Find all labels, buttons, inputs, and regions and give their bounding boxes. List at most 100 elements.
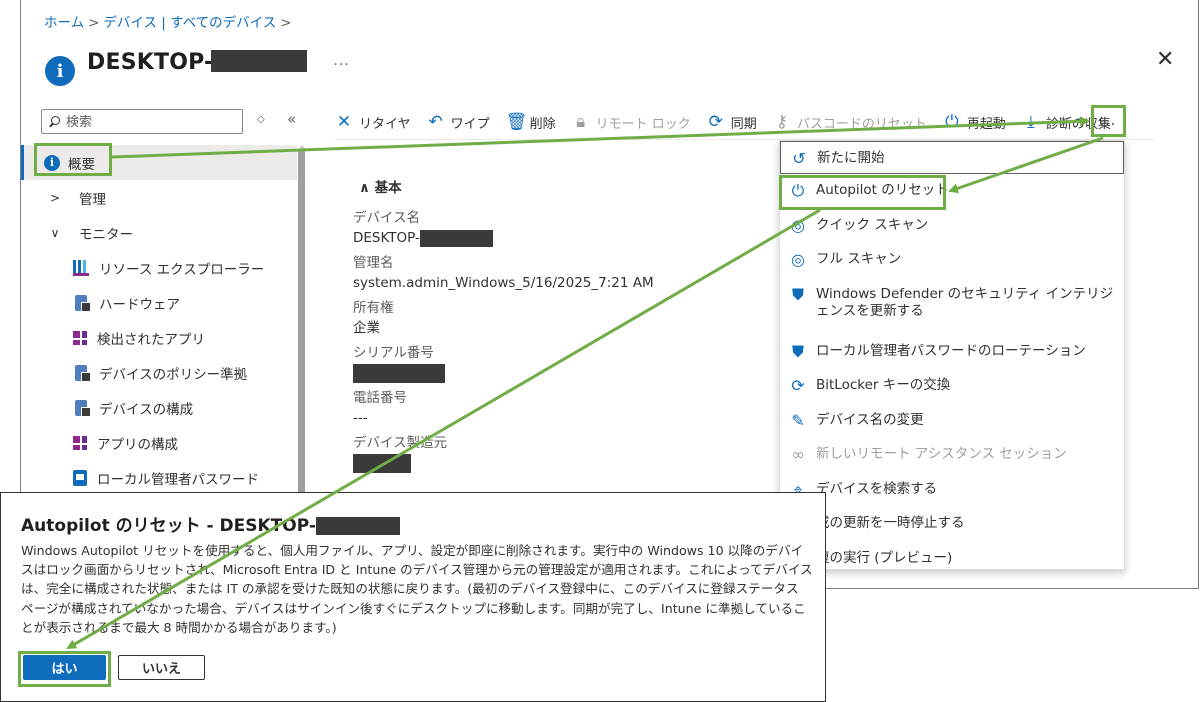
dialog-body: Windows Autopilot リセットを使用すると、個人用ファイル、アプリ… bbox=[21, 543, 813, 635]
autopilot-reset-dialog: Autopilot のリセット - DESKTOP- Windows Autop… bbox=[0, 492, 826, 702]
menu-item-rename-device[interactable]: ✎ デバイス名の変更 bbox=[780, 404, 1124, 439]
sidebar-item-label: ハードウェア bbox=[99, 296, 180, 313]
property-value bbox=[353, 363, 773, 383]
sync-label: 同期 bbox=[730, 116, 757, 132]
sidebar-item-label: デバイスのポリシー準拠 bbox=[99, 366, 248, 383]
sidebar-item-discovered-apps[interactable]: 検出されたアプリ bbox=[21, 320, 297, 355]
menu-item-label: Windows Defender のセキュリティ インテリジェンスを更新する bbox=[816, 285, 1114, 319]
menu-item-label: デバイスを検索する bbox=[816, 480, 938, 497]
sidebar-item-manage[interactable]: > 管理 bbox=[21, 180, 297, 215]
essentials-properties: デバイス名 DESKTOP- 管理名 system.admin_Windows_… bbox=[353, 209, 773, 479]
collapse-sidebar-icon[interactable]: « bbox=[287, 110, 296, 128]
yes-button[interactable]: はい bbox=[23, 655, 106, 680]
sidebar-item-label: リソース エクスプローラー bbox=[99, 261, 265, 278]
sidebar-item-monitor[interactable]: ∨ モニター bbox=[21, 215, 297, 250]
sidebar-item-label: アプリの構成 bbox=[97, 436, 178, 453]
more-actions-button[interactable]: ... bbox=[1092, 107, 1124, 134]
sidebar-item-resource-explorer[interactable]: リソース エクスプローラー bbox=[21, 250, 297, 285]
breadcrumb-devices[interactable]: デバイス | すべてのデバイス bbox=[103, 15, 276, 31]
chevron-right-icon: > bbox=[49, 190, 61, 205]
menu-item-label: Autopilot のリセット bbox=[816, 182, 949, 198]
close-icon: ✕ bbox=[336, 112, 352, 132]
menu-item-remote-assistance: ∞ 新しいリモート アシスタンス セッション bbox=[780, 438, 1124, 473]
title-row: i DESKTOP- ... bbox=[45, 44, 350, 86]
download-icon: ⤓ bbox=[1027, 112, 1035, 132]
breadcrumb-home[interactable]: ホーム bbox=[44, 15, 84, 31]
menu-item-label: BitLocker キーの交換 bbox=[816, 377, 951, 393]
sidebar-item-overview[interactable]: i 概要 bbox=[21, 145, 297, 180]
property-value: 企業 bbox=[353, 320, 380, 336]
redaction-bar bbox=[211, 50, 308, 72]
wipe-button[interactable]: ↶ ワイプ bbox=[427, 112, 490, 132]
redaction-bar bbox=[419, 229, 493, 247]
menu-item-update-defender[interactable]: ⛊ Windows Defender のセキュリティ インテリジェンスを更新する bbox=[780, 278, 1124, 335]
sidebar-item-device-compliance[interactable]: デバイスのポリシー準拠 bbox=[21, 355, 297, 390]
more-actions-menu: ↺ 新たに開始 ⏻ Autopilot のリセット ◎ クイック スキャン ◎ フル ス… bbox=[779, 140, 1125, 570]
reset-passcode-label: パスコードのリセット bbox=[796, 116, 927, 132]
property-label: 管理名 bbox=[353, 255, 394, 271]
redaction-bar bbox=[353, 363, 445, 383]
hardware-icon bbox=[75, 294, 91, 312]
link-icon: ∞ bbox=[791, 445, 805, 464]
device-name-value: DESKTOP- bbox=[353, 230, 420, 246]
no-button[interactable]: いいえ bbox=[118, 655, 205, 680]
restart-label: 再起動 bbox=[966, 116, 1006, 132]
remote-lock-button[interactable]: 🔒︎ リモート ロック bbox=[572, 112, 691, 132]
menu-item-pause-config-refresh[interactable]: 成の更新を一時停止する bbox=[780, 507, 1124, 542]
property-ownership: 所有権 企業 bbox=[353, 299, 773, 338]
wipe-label: ワイプ bbox=[450, 116, 490, 132]
chevron-up-icon: ∧ bbox=[359, 180, 370, 196]
essentials-toggle[interactable]: ∧ 基本 bbox=[359, 176, 402, 196]
property-label: 電話番号 bbox=[353, 390, 407, 406]
more-options-icon[interactable]: ... bbox=[333, 53, 349, 69]
property-value: --- bbox=[353, 410, 368, 426]
menu-item-rotate-local-admin-password[interactable]: ⛊ ローカル管理者パスワードのローテーション bbox=[780, 335, 1124, 370]
sort-icon[interactable]: ◇ bbox=[257, 114, 265, 125]
restart-button[interactable]: ⏻ 再起動 bbox=[943, 112, 1006, 132]
menu-item-quick-scan[interactable]: ◎ クイック スキャン bbox=[780, 209, 1124, 244]
power-icon: ⏻ bbox=[791, 181, 805, 200]
search-box[interactable] bbox=[41, 109, 243, 134]
property-device-name: デバイス名 DESKTOP- bbox=[353, 209, 773, 248]
remote-lock-label: リモート ロック bbox=[595, 116, 691, 132]
sidebar-item-label: 概要 bbox=[68, 156, 95, 173]
delete-label: 削除 bbox=[529, 116, 556, 132]
delete-button[interactable]: 🗑 削除 bbox=[506, 112, 556, 132]
redaction-bar bbox=[315, 517, 400, 535]
sidebar-item-hardware[interactable]: ハードウェア bbox=[21, 285, 297, 320]
essentials-header: 基本 bbox=[374, 180, 402, 196]
sidebar-item-label: 管理 bbox=[79, 191, 106, 208]
scan-icon: ◎ bbox=[791, 250, 805, 269]
property-serial-number: シリアル番号 bbox=[353, 344, 773, 383]
dialog-title-text: Autopilot のリセット - DESKTOP- bbox=[21, 516, 316, 536]
sidebar-item-app-configuration[interactable]: アプリの構成 bbox=[21, 425, 297, 460]
menu-item-locate-device[interactable]: ⌖ デバイスを検索する bbox=[780, 473, 1124, 508]
menu-item-full-scan[interactable]: ◎ フル スキャン bbox=[780, 243, 1124, 278]
menu-item-bitlocker-rotate[interactable]: ⟳ BitLocker キーの交換 bbox=[780, 369, 1124, 404]
defender-icon: ⛊ bbox=[791, 341, 804, 361]
local-admin-password-icon bbox=[73, 469, 87, 486]
sidebar-item-local-admin-password[interactable]: ローカル管理者パスワード bbox=[21, 460, 297, 495]
reset-passcode-button[interactable]: ⚷ パスコードのリセット bbox=[773, 112, 927, 132]
sidebar-item-device-configuration[interactable]: デバイスの構成 bbox=[21, 390, 297, 425]
device-compliance-icon bbox=[75, 364, 91, 382]
pencil-icon: ✎ bbox=[791, 410, 805, 430]
info-icon: i bbox=[45, 56, 75, 86]
lock-icon: 🔒︎ bbox=[576, 112, 586, 132]
menu-item-run-remediation[interactable]: 復の実行 (プレビュー) bbox=[780, 542, 1124, 577]
sidebar-item-label: 検出されたアプリ bbox=[97, 331, 205, 348]
page-title: DESKTOP- bbox=[87, 49, 214, 75]
sidebar-nav: i 概要 > 管理 ∨ モニター リソース エクスプローラー ハードウェア 検出… bbox=[21, 145, 297, 495]
sync-button[interactable]: ⟳ 同期 bbox=[707, 112, 757, 132]
menu-item-autopilot-reset[interactable]: ⏻ Autopilot のリセット bbox=[780, 174, 1124, 209]
rotate-icon: ⟳ bbox=[791, 376, 805, 395]
power-icon: ⏻ bbox=[945, 112, 959, 132]
menu-item-label: ローカル管理者パスワードのローテーション bbox=[816, 342, 1086, 359]
property-manufacturer: デバイス製造元 bbox=[353, 434, 773, 473]
search-icon bbox=[48, 115, 60, 128]
search-input[interactable] bbox=[66, 114, 236, 129]
menu-item-fresh-start[interactable]: ↺ 新たに開始 bbox=[780, 141, 1124, 174]
sidebar-item-label: デバイスの構成 bbox=[99, 401, 194, 418]
retire-button[interactable]: ✕ リタイヤ bbox=[335, 112, 411, 132]
close-icon[interactable]: ✕ bbox=[1156, 47, 1174, 72]
